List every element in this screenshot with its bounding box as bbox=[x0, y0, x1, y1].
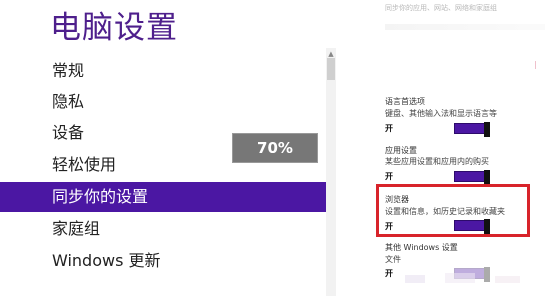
setting-title-app: 应用设置 bbox=[385, 146, 417, 155]
nav-scrollbar-thumb[interactable] bbox=[327, 58, 335, 80]
stray-mark-icon: | bbox=[534, 60, 537, 69]
sync-description: 同步你的应用、网站、网络和家庭组 bbox=[385, 4, 497, 12]
nav-item-sync-settings[interactable]: 同步你的设置 bbox=[0, 182, 326, 212]
browser-highlight-box bbox=[376, 184, 530, 237]
nav-item-privacy[interactable]: 隐私 bbox=[0, 87, 326, 117]
toggle-app-settings[interactable] bbox=[454, 170, 490, 185]
setting-desc-app: 某些应用设置和应用内的购买 bbox=[385, 157, 489, 166]
setting-title-other: 其他 Windows 设置 bbox=[385, 243, 458, 252]
toggle-language[interactable] bbox=[454, 122, 490, 137]
nav-item-windows-update[interactable]: Windows 更新 bbox=[0, 246, 326, 276]
nav-item-general[interactable]: 常规 bbox=[0, 56, 326, 86]
setting-desc-language: 键盘、其他输入法和显示语言等 bbox=[385, 109, 497, 118]
zoom-level-badge: 70% bbox=[232, 133, 318, 163]
toggle-state-app: 开 bbox=[385, 172, 393, 181]
faint-divider bbox=[385, 24, 545, 30]
page-title: 电脑设置 bbox=[50, 10, 178, 46]
toggle-knob bbox=[484, 122, 490, 137]
setting-title-language: 语言首选项 bbox=[385, 97, 425, 106]
setting-desc-other: 文件 bbox=[385, 255, 401, 264]
toggle-state-language: 开 bbox=[385, 124, 393, 133]
scroll-up-arrow-icon[interactable]: ▲ bbox=[327, 50, 335, 58]
nav-item-homegroup[interactable]: 家庭组 bbox=[0, 214, 326, 244]
blur-texture bbox=[405, 273, 520, 283]
nav-scrollbar[interactable] bbox=[326, 48, 336, 296]
toggle-knob bbox=[484, 170, 490, 185]
